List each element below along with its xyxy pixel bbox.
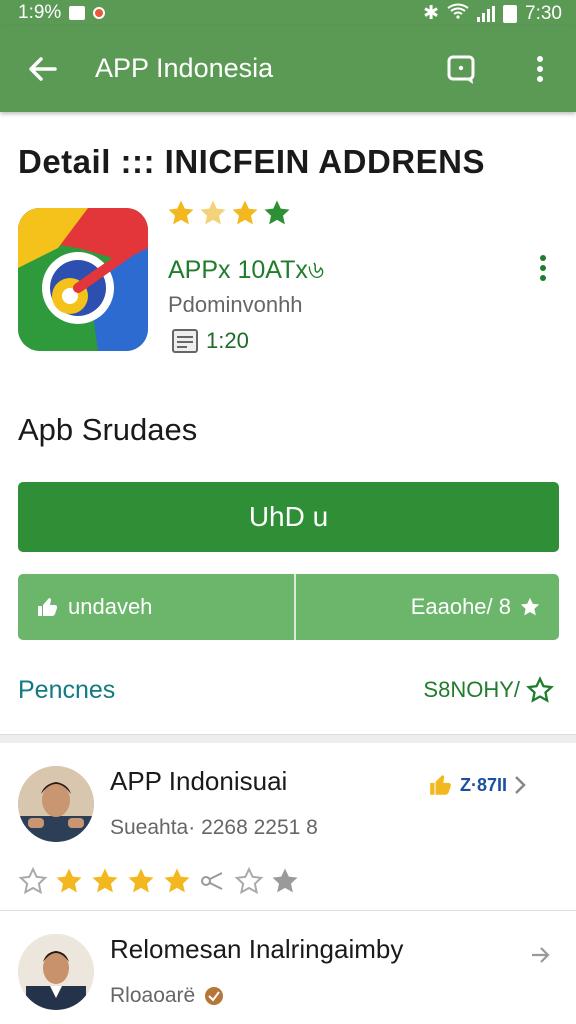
app-name: APPx 10ATx৬ (168, 256, 325, 284)
status-bar: 1:9% ✱ 7:30 (0, 0, 576, 26)
avatar[interactable] (18, 934, 94, 1010)
split-left-label: undaveh (68, 594, 153, 619)
review-author-name: Relomesan Inalringaimby (110, 934, 404, 964)
star-filled-icon (168, 200, 194, 225)
battery-icon (503, 4, 518, 23)
star-filled-icon (264, 200, 290, 225)
review-meta: Rloaoarë (110, 984, 225, 1008)
section-heading: Apb Srudaes (18, 412, 198, 447)
star-filled-icon (232, 200, 258, 225)
chat-square-icon[interactable] (446, 54, 478, 86)
review-badge[interactable]: Z·87II (428, 772, 527, 798)
app-size-value: 1:20 (206, 328, 249, 353)
star-filled-icon (164, 868, 190, 893)
detail-title: Detail ::: INICFEIN ADDRENS (18, 143, 485, 180)
wifi-icon (447, 3, 469, 25)
arrow-left-icon[interactable] (26, 52, 60, 86)
status-left-text: 1:9% (18, 2, 62, 23)
person-avatar-icon (18, 934, 94, 1010)
app-size: 1:20 (172, 328, 249, 354)
thumbs-up-icon (38, 598, 58, 616)
download-button[interactable]: UhD u (18, 482, 559, 552)
star-filled-icon (200, 200, 226, 225)
app-bar-title: APP Indonesia (95, 53, 274, 83)
rate-link-label: S8NOHY/ (423, 677, 520, 702)
review-meta-text: Rloaoarë (110, 984, 196, 1007)
star-icon (520, 597, 540, 616)
detail-rating-stars (166, 198, 292, 228)
review-divider (0, 910, 576, 911)
split-right-button[interactable]: Eaaohe/ 8 (296, 574, 559, 640)
bluetooth-icon: ✱ (423, 3, 440, 24)
app-notification-icon (93, 7, 106, 19)
overflow-menu-icon[interactable] (536, 254, 550, 282)
person-avatar-icon (18, 766, 94, 842)
badge-icon (205, 987, 224, 1005)
more-vertical-icon[interactable] (530, 54, 550, 86)
app-logo-icon (18, 208, 148, 351)
arrow-right-icon[interactable] (530, 944, 550, 966)
rate-link[interactable]: S8NOHY/ (423, 676, 554, 704)
section-separator (0, 734, 576, 743)
status-time: 7:30 (525, 2, 562, 24)
chevron-right-icon (515, 776, 526, 794)
review-meta: Sueahta· 2268 2251 8 (110, 816, 318, 839)
review-badge-label: Z·87II (460, 774, 508, 795)
star-filled-icon (128, 868, 154, 893)
file-size-icon (172, 329, 198, 353)
star-outline-icon (234, 866, 264, 895)
split-left-button[interactable]: undaveh (18, 574, 294, 640)
thumbs-up-icon (430, 775, 451, 795)
permissions-link[interactable]: Pencnes (18, 676, 115, 705)
split-button: undaveh Eaaohe/ 8 (18, 574, 559, 640)
share-icon[interactable] (198, 866, 228, 896)
star-filled-icon (56, 868, 82, 893)
star-outline-icon (526, 676, 554, 703)
review-author-name: APP Indonisuai (110, 766, 288, 796)
avatar[interactable] (18, 766, 94, 842)
star-outline-icon (18, 866, 48, 895)
app-developer[interactable]: Pdominvonhh (168, 292, 303, 318)
download-button-label: UhD u (248, 501, 329, 532)
star-filled-icon (92, 868, 118, 893)
star-filled-icon (272, 868, 298, 893)
split-right-label: Eaaohe/ 8 (410, 594, 511, 619)
review-rating-stars (18, 866, 300, 896)
signal-icon (477, 5, 496, 22)
app-bar: APP Indonesia (0, 26, 576, 112)
notification-icon (69, 6, 86, 20)
